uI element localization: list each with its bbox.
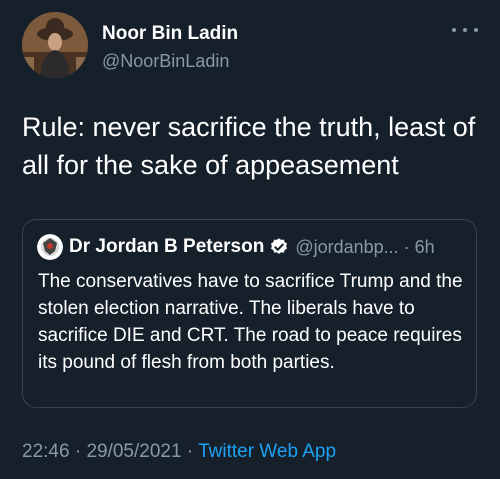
avatar-image	[22, 12, 88, 78]
quoted-tweet[interactable]: Dr Jordan B Peterson @jordanbp... · 6h T…	[22, 219, 477, 408]
tweet-date[interactable]: 29/05/2021	[86, 441, 181, 462]
tweet-time[interactable]: 22:46	[22, 441, 70, 462]
author-display-name[interactable]: Noor Bin Ladin	[102, 22, 238, 46]
avatar[interactable]	[22, 12, 88, 78]
quoted-separator: ·	[403, 236, 410, 257]
tweet-text: Rule: never sacrifice the truth, least o…	[22, 112, 476, 180]
quoted-avatar	[37, 234, 63, 260]
tweet-meta: 22:46 · 29/05/2021 · Twitter Web App	[22, 441, 336, 463]
more-dot	[474, 28, 478, 32]
quoted-author-display-name: Dr Jordan B Peterson	[69, 236, 265, 257]
quoted-timestamp[interactable]: 6h	[415, 237, 435, 258]
meta-separator: ·	[181, 441, 199, 462]
more-horizontal-icon[interactable]	[452, 22, 478, 38]
verified-badge-icon	[271, 238, 288, 254]
tweet-header: Noor Bin Ladin @NoorBinLadin	[22, 12, 478, 82]
quoted-avatar-image	[37, 234, 63, 260]
tweet-source-link[interactable]: Twitter Web App	[198, 441, 336, 462]
more-dot	[452, 28, 456, 32]
quoted-tweet-text: The conservatives have to sacrifice Trum…	[38, 271, 463, 373]
meta-separator: ·	[69, 441, 87, 462]
author-block: Noor Bin Ladin @NoorBinLadin	[102, 22, 238, 73]
quoted-tweet-header: Dr Jordan B Peterson @jordanbp... · 6h	[37, 234, 435, 260]
more-dot	[463, 28, 467, 32]
author-handle[interactable]: @NoorBinLadin	[102, 49, 238, 73]
quoted-author-handle: @jordanbp...	[295, 236, 399, 257]
